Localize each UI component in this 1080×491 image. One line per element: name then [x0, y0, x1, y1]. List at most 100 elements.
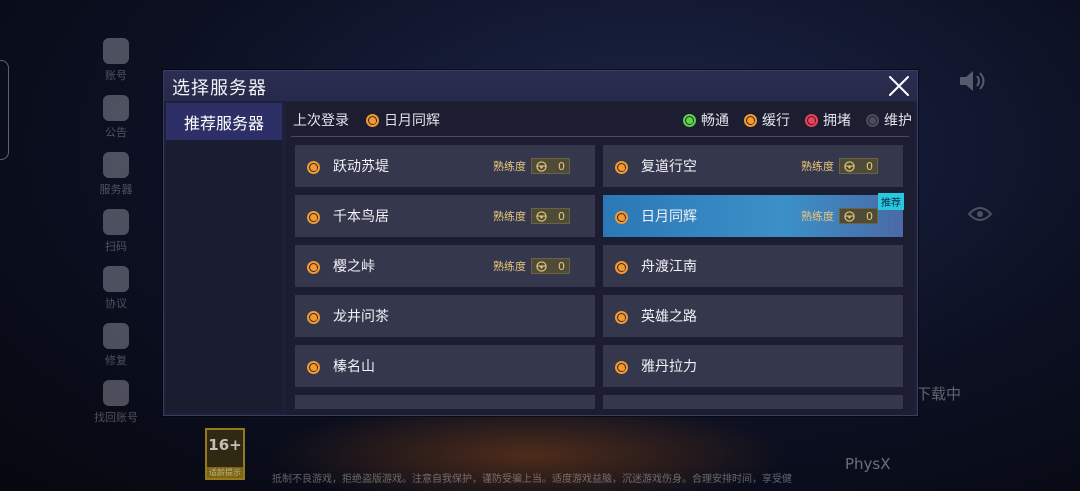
server-card-partial[interactable]	[603, 395, 903, 409]
status-dot-icon	[805, 113, 818, 127]
legend-item-congested: 拥堵	[805, 110, 851, 130]
status-dot-icon	[615, 261, 628, 274]
menu-item-label: 公告	[105, 126, 127, 139]
tab-recommended-servers[interactable]: 推荐服务器	[166, 103, 282, 140]
recommended-badge: 推荐	[878, 193, 904, 210]
steering-wheel-icon	[536, 160, 547, 172]
status-dot	[307, 209, 320, 228]
server-card[interactable]: 英雄之路	[603, 295, 903, 337]
server-name: 樱之峠	[333, 259, 375, 275]
left-edge-handle	[0, 60, 9, 160]
server-name: 雅丹拉力	[641, 359, 697, 375]
last-login-server[interactable]: 日月同辉	[366, 110, 440, 130]
server-card[interactable]: 雅丹拉力	[603, 345, 903, 387]
steering-wheel-icon	[536, 210, 547, 222]
speaker-icon	[960, 71, 985, 91]
proficiency-value: 0	[558, 259, 565, 273]
proficiency-label: 熟练度	[801, 160, 834, 173]
recover-account-icon	[103, 380, 129, 406]
steering-wheel-icon	[844, 210, 855, 222]
legend-label: 缓行	[762, 113, 790, 129]
server-card[interactable]: 榛名山	[295, 345, 595, 387]
status-dot-icon	[615, 211, 628, 224]
proficiency: 熟练度 0	[493, 258, 570, 274]
server-card-partial[interactable]	[295, 395, 595, 409]
menu-item-server: 服务器	[90, 152, 142, 209]
server-list-header: 上次登录 日月同辉 畅通 缓行 拥堵 维护	[286, 103, 914, 135]
menu-item-repair: 修复	[90, 323, 142, 380]
status-dot	[615, 359, 628, 378]
server-card[interactable]: 龙井问茶	[295, 295, 595, 337]
server-card[interactable]: 樱之峠 熟练度 0	[295, 245, 595, 287]
status-dot	[307, 359, 320, 378]
status-dot-icon	[683, 113, 696, 127]
status-dot	[307, 259, 320, 278]
steering-wheel-icon	[844, 160, 855, 172]
status-dot-icon	[615, 361, 628, 374]
menu-item-label: 协议	[105, 297, 127, 310]
proficiency-label: 熟练度	[493, 210, 526, 223]
proficiency: 熟练度 0	[493, 208, 570, 224]
status-dot	[615, 309, 628, 328]
download-status: 下载中	[916, 385, 962, 403]
server-select-dialog: 选择服务器 推荐服务器 上次登录 日月同辉 畅通 缓行 拥堵 维护 跃动苏堤 熟…	[163, 70, 918, 416]
agreement-icon	[103, 266, 129, 292]
proficiency-box: 0	[531, 258, 570, 274]
proficiency-value: 0	[558, 209, 565, 223]
menu-item-label: 找回账号	[94, 411, 138, 424]
proficiency-box: 0	[531, 158, 570, 174]
close-icon[interactable]	[885, 72, 913, 100]
server-category-sidebar: 推荐服务器	[166, 103, 282, 413]
proficiency-value: 0	[866, 209, 873, 223]
status-dot-icon	[744, 113, 757, 127]
repair-icon	[103, 323, 129, 349]
age-rating-label: 适龄提示	[207, 467, 243, 478]
server-name: 龙井问茶	[333, 309, 389, 325]
menu-item-label: 账号	[105, 69, 127, 82]
legend-item-maintenance: 维护	[866, 110, 912, 130]
menu-item-recover-account: 找回账号	[90, 380, 142, 437]
menu-item-account: 账号	[90, 38, 142, 95]
server-card-selected[interactable]: 日月同辉 熟练度 0 推荐	[603, 193, 904, 237]
status-dot-icon	[866, 113, 879, 127]
server-card[interactable]: 千本鸟居 熟练度 0	[295, 195, 595, 237]
proficiency-box: 0	[839, 158, 878, 174]
menu-item-announcement: 公告	[90, 95, 142, 152]
status-dot-icon	[307, 261, 320, 274]
status-dot-icon	[615, 311, 628, 324]
status-dot	[615, 209, 628, 228]
legend-label: 畅通	[701, 113, 729, 129]
server-card[interactable]: 舟渡江南	[603, 245, 903, 287]
status-dot	[615, 259, 628, 278]
menu-item-label: 扫码	[105, 240, 127, 253]
status-dot-icon	[307, 311, 320, 324]
legend-item-smooth: 畅通	[683, 110, 729, 130]
last-login-label: 上次登录	[293, 113, 349, 129]
status-dot	[307, 159, 320, 178]
menu-item-label: 服务器	[99, 183, 133, 196]
dialog-title: 选择服务器	[172, 78, 267, 99]
status-dot-icon	[615, 161, 628, 174]
age-rating-badge: 16+ 适龄提示	[205, 428, 245, 480]
server-name: 榛名山	[333, 359, 375, 375]
proficiency-box: 0	[531, 208, 570, 224]
proficiency: 熟练度 0	[801, 158, 878, 174]
proficiency-value: 0	[866, 159, 873, 173]
header-divider	[291, 136, 909, 137]
status-legend: 畅通 缓行 拥堵 维护	[683, 110, 912, 130]
account-icon	[103, 38, 129, 64]
legend-item-slow: 缓行	[744, 110, 790, 130]
eye-icon	[968, 207, 992, 221]
background-left-menu: 账号 公告 服务器 扫码 协议 修复 找回账号	[90, 38, 142, 437]
physx-logo: PhysX	[845, 455, 891, 473]
proficiency-label: 熟练度	[493, 160, 526, 173]
menu-item-scan: 扫码	[90, 209, 142, 266]
status-dot-icon	[307, 211, 320, 224]
proficiency-label: 熟练度	[493, 260, 526, 273]
server-card[interactable]: 跃动苏堤 熟练度 0	[295, 145, 595, 187]
server-icon	[103, 152, 129, 178]
server-list-panel: 上次登录 日月同辉 畅通 缓行 拥堵 维护 跃动苏堤 熟练度 0 复道行空 熟练…	[286, 103, 914, 415]
proficiency: 熟练度 0	[493, 158, 570, 174]
server-card[interactable]: 复道行空 熟练度 0	[603, 145, 903, 187]
status-dot	[615, 159, 628, 178]
